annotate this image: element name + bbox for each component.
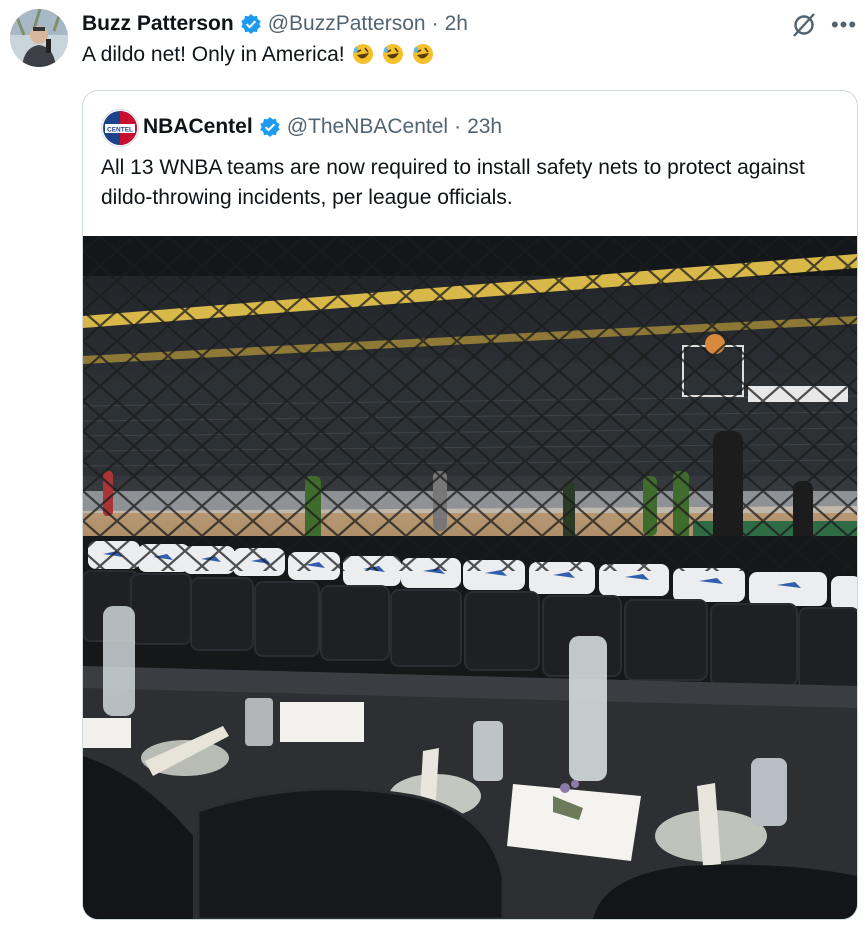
quoted-post-card[interactable]: CENTEL NBACentel @TheNBACentel · 23h All…	[82, 90, 858, 920]
rolling-laughing-emoji-icon	[383, 44, 404, 64]
quoted-post-text: All 13 WNBA teams are now required to in…	[101, 156, 805, 209]
author-name[interactable]: Buzz Patterson	[82, 12, 234, 36]
emoji-group	[350, 43, 434, 66]
quoted-avatar-label: CENTEL	[107, 127, 133, 134]
author-header: Buzz Patterson @BuzzPatterson · 2h	[82, 9, 468, 39]
quoted-author-name[interactable]: NBACentel	[143, 115, 253, 139]
rolling-laughing-emoji-icon	[413, 44, 434, 64]
author-handle[interactable]: @BuzzPatterson	[268, 12, 426, 36]
quoted-author-handle[interactable]: @TheNBACentel	[287, 115, 448, 139]
quoted-timestamp[interactable]: 23h	[467, 115, 502, 139]
quoted-author-avatar[interactable]: CENTEL	[101, 109, 139, 147]
quoted-author-header: NBACentel @TheNBACentel · 23h	[143, 111, 502, 143]
post-timestamp[interactable]: 2h	[445, 12, 468, 36]
rolling-laughing-emoji-icon	[353, 44, 374, 64]
quoted-separator-dot: ·	[454, 115, 462, 138]
quoted-post-photo[interactable]	[83, 236, 857, 919]
more-options-icon[interactable]: •••	[830, 11, 858, 39]
separator-dot: ·	[431, 12, 439, 35]
author-avatar-image	[10, 9, 68, 67]
post-text: A dildo net! Only in America!	[82, 43, 434, 67]
verified-badge-icon	[240, 13, 262, 35]
grok-icon[interactable]	[790, 11, 818, 39]
author-avatar[interactable]	[10, 9, 68, 67]
verified-badge-icon	[259, 116, 281, 138]
nbacentel-logo-icon: CENTEL	[103, 111, 137, 145]
post-text-content: A dildo net! Only in America!	[82, 43, 345, 66]
